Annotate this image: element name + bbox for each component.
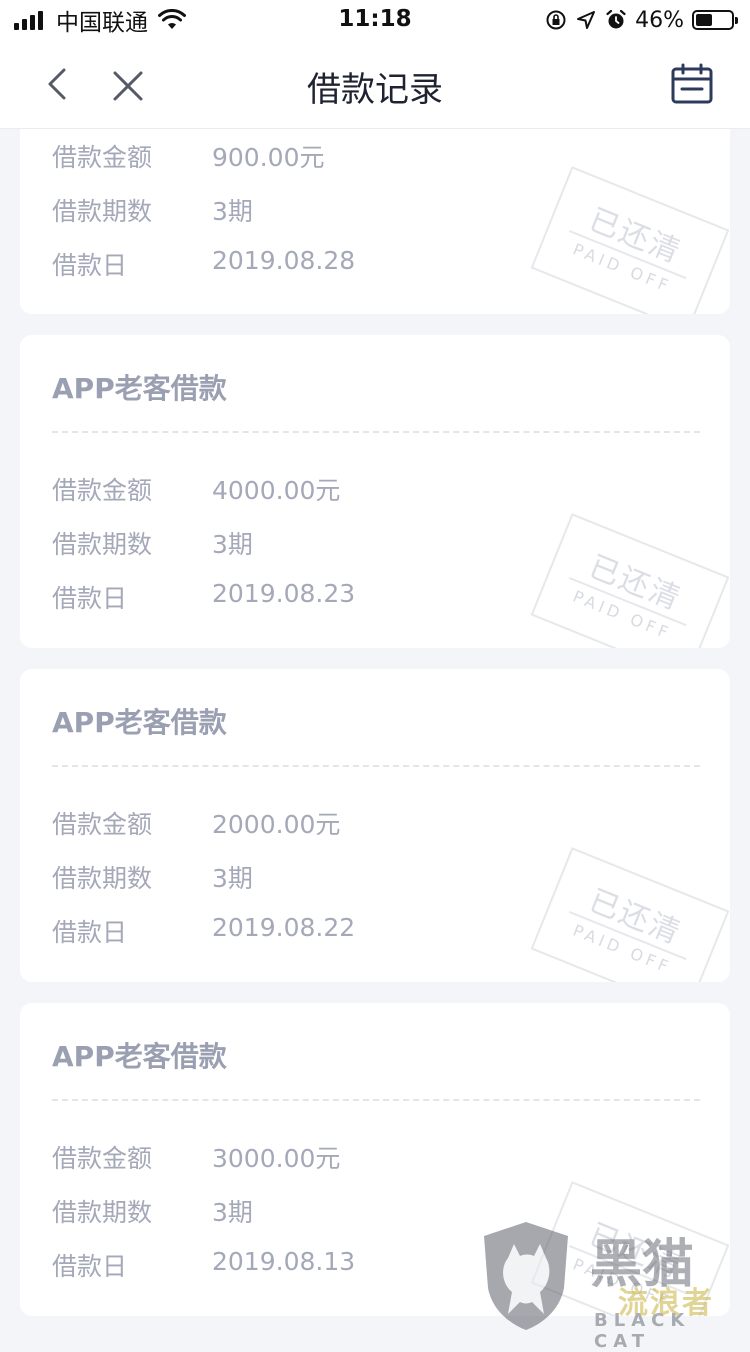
battery-icon bbox=[692, 10, 738, 30]
paid-off-stamp: 已还清 PAID OFF bbox=[530, 847, 730, 982]
loan-amount-label: 借款金额 bbox=[52, 1144, 153, 1173]
loan-amount-label: 借款金额 bbox=[52, 476, 153, 505]
status-right: 46% bbox=[545, 7, 738, 33]
location-icon bbox=[577, 11, 596, 29]
loan-amount-value: 3000.00元 bbox=[212, 1144, 341, 1173]
loan-periods-value: 3期 bbox=[212, 864, 253, 893]
loan-periods-label: 借款期数 bbox=[52, 197, 153, 226]
battery-fill bbox=[696, 14, 712, 26]
cat-shield-icon bbox=[484, 1222, 568, 1330]
loan-date-label: 借款日 bbox=[52, 584, 128, 613]
alarm-icon bbox=[606, 9, 626, 29]
black-cat-watermark: 黑猫 流浪者 BLACK CAT bbox=[478, 1218, 750, 1352]
loan-amount-value: 2000.00元 bbox=[212, 810, 341, 839]
loan-record-list[interactable]: 借款金额 900.00元 借款期数 3期 借款日 2019.08.28 已还清 … bbox=[0, 128, 750, 1334]
battery-percentage: 46% bbox=[635, 7, 684, 33]
loan-periods-value: 3期 bbox=[212, 197, 253, 226]
loan-card[interactable]: 借款金额 900.00元 借款期数 3期 借款日 2019.08.28 已还清 … bbox=[20, 128, 730, 314]
loan-periods-label: 借款期数 bbox=[52, 530, 153, 559]
watermark-en: BLACK CAT bbox=[594, 1310, 691, 1352]
paid-off-stamp: 已还清 PAID OFF bbox=[530, 166, 730, 314]
dashed-divider bbox=[52, 765, 700, 767]
loan-card-title: APP老客借款 bbox=[52, 1040, 227, 1073]
nav-bar: 借款记录 bbox=[0, 40, 750, 129]
loan-card[interactable]: APP老客借款 借款金额 2000.00元 借款期数 3期 借款日 2019.0… bbox=[20, 669, 730, 982]
loan-card-title: APP老客借款 bbox=[52, 706, 227, 739]
loan-amount-label: 借款金额 bbox=[52, 810, 153, 839]
dashed-divider bbox=[52, 1099, 700, 1101]
loan-date-value: 2019.08.28 bbox=[212, 246, 356, 275]
loan-periods-label: 借款期数 bbox=[52, 864, 153, 893]
loan-card[interactable]: APP老客借款 借款金额 4000.00元 借款期数 3期 借款日 2019.0… bbox=[20, 335, 730, 648]
loan-date-label: 借款日 bbox=[52, 251, 128, 280]
status-bar: 中国联通 11:18 46% bbox=[0, 0, 750, 40]
loan-date-label: 借款日 bbox=[52, 918, 128, 947]
calendar-icon[interactable] bbox=[670, 62, 714, 106]
loan-date-label: 借款日 bbox=[52, 1252, 128, 1281]
dashed-divider bbox=[52, 431, 700, 433]
loan-periods-label: 借款期数 bbox=[52, 1198, 153, 1227]
loan-date-value: 2019.08.23 bbox=[212, 579, 356, 608]
page-title: 借款记录 bbox=[307, 70, 443, 110]
loan-amount-label: 借款金额 bbox=[52, 143, 153, 172]
loan-periods-value: 3期 bbox=[212, 1198, 253, 1227]
loan-card-title: APP老客借款 bbox=[52, 372, 227, 405]
loan-date-value: 2019.08.13 bbox=[212, 1247, 356, 1276]
loan-periods-value: 3期 bbox=[212, 530, 253, 559]
loan-date-value: 2019.08.22 bbox=[212, 913, 356, 942]
battery-cap bbox=[735, 17, 738, 24]
loan-amount-value: 4000.00元 bbox=[212, 476, 341, 505]
loan-amount-value: 900.00元 bbox=[212, 143, 325, 172]
paid-off-stamp: 已还清 PAID OFF bbox=[530, 513, 730, 648]
orientation-lock-icon bbox=[546, 10, 566, 30]
